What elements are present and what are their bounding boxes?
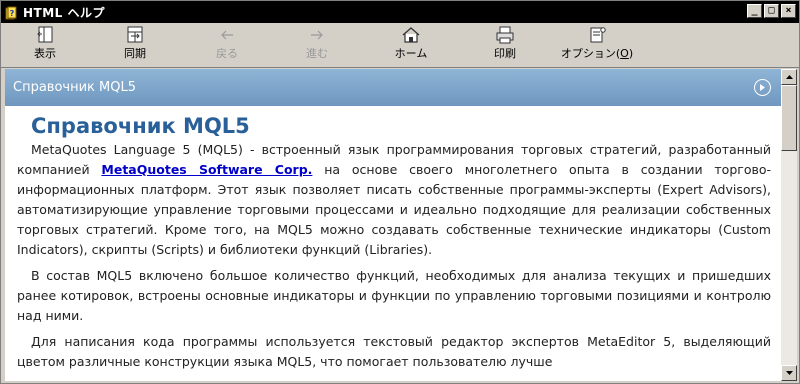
sync-icon [127,26,143,43]
scroll-thumb[interactable] [781,85,797,151]
hide-button[interactable]: 表示 [15,25,75,65]
back-label: 戻る [216,47,238,60]
circle-arrow-icon[interactable] [754,79,771,96]
svg-text:?: ? [10,9,15,18]
options-label: オプション(O) [560,47,634,60]
paragraph-functions: В состав MQL5 включено большое количеств… [17,268,771,323]
sync-button[interactable]: 同期 [105,25,165,65]
paragraph-intro: MetaQuotes Language 5 (MQL5) - встроенны… [17,142,772,257]
home-button[interactable]: ホーム [381,25,441,65]
hide-pane-icon [37,26,53,43]
window-controls: _ □ × [747,4,796,18]
back-button[interactable]: 戻る [197,25,257,65]
home-label: ホーム [394,47,428,60]
minimize-button[interactable]: _ [747,4,762,18]
title-bar: ? HTML ヘルプ _ □ × [1,1,799,23]
options-button[interactable]: オプション(O) [561,25,633,65]
back-arrow-icon [221,30,233,40]
print-button[interactable]: 印刷 [475,25,535,65]
close-button[interactable]: × [781,4,796,18]
forward-label: 進む [306,47,328,60]
help-window: ? HTML ヘルプ _ □ × 表示 同期 戻る 進む ホーム 印刷 オプショ… [0,0,800,384]
topic-header-title: Справочник MQL5 [13,80,136,95]
paragraph-editor: Для написания кода программы используетс… [17,334,771,369]
help-book-icon: ? [5,5,19,20]
topic-body: Справочник MQL5 MetaQuotes Language 5 (M… [5,106,781,372]
sync-label: 同期 [124,47,146,60]
toolbar: 表示 同期 戻る 進む ホーム 印刷 オプション(O) [1,23,799,68]
triangle-up-icon [785,75,793,79]
printer-icon [496,26,514,44]
triangle-down-icon [785,371,793,375]
forward-arrow-icon [311,30,323,40]
topic-header-bar: Справочник MQL5 [5,69,781,106]
scroll-up-button[interactable] [781,69,797,85]
options-icon [590,27,606,43]
topic-content: Справочник MQL5 Справочник MQL5 MetaQuot… [5,69,781,381]
forward-button[interactable]: 進む [287,25,347,65]
vertical-scrollbar[interactable] [781,69,797,381]
page-title: Справочник MQL5 [31,114,250,138]
scroll-down-button[interactable] [781,365,797,381]
home-icon [402,27,420,43]
metaquotes-link[interactable]: MetaQuotes Software Corp. [101,162,312,177]
maximize-button[interactable]: □ [764,4,779,18]
hide-label: 表示 [34,47,56,60]
window-title: HTML ヘルプ [23,5,105,20]
print-label: 印刷 [494,47,516,60]
